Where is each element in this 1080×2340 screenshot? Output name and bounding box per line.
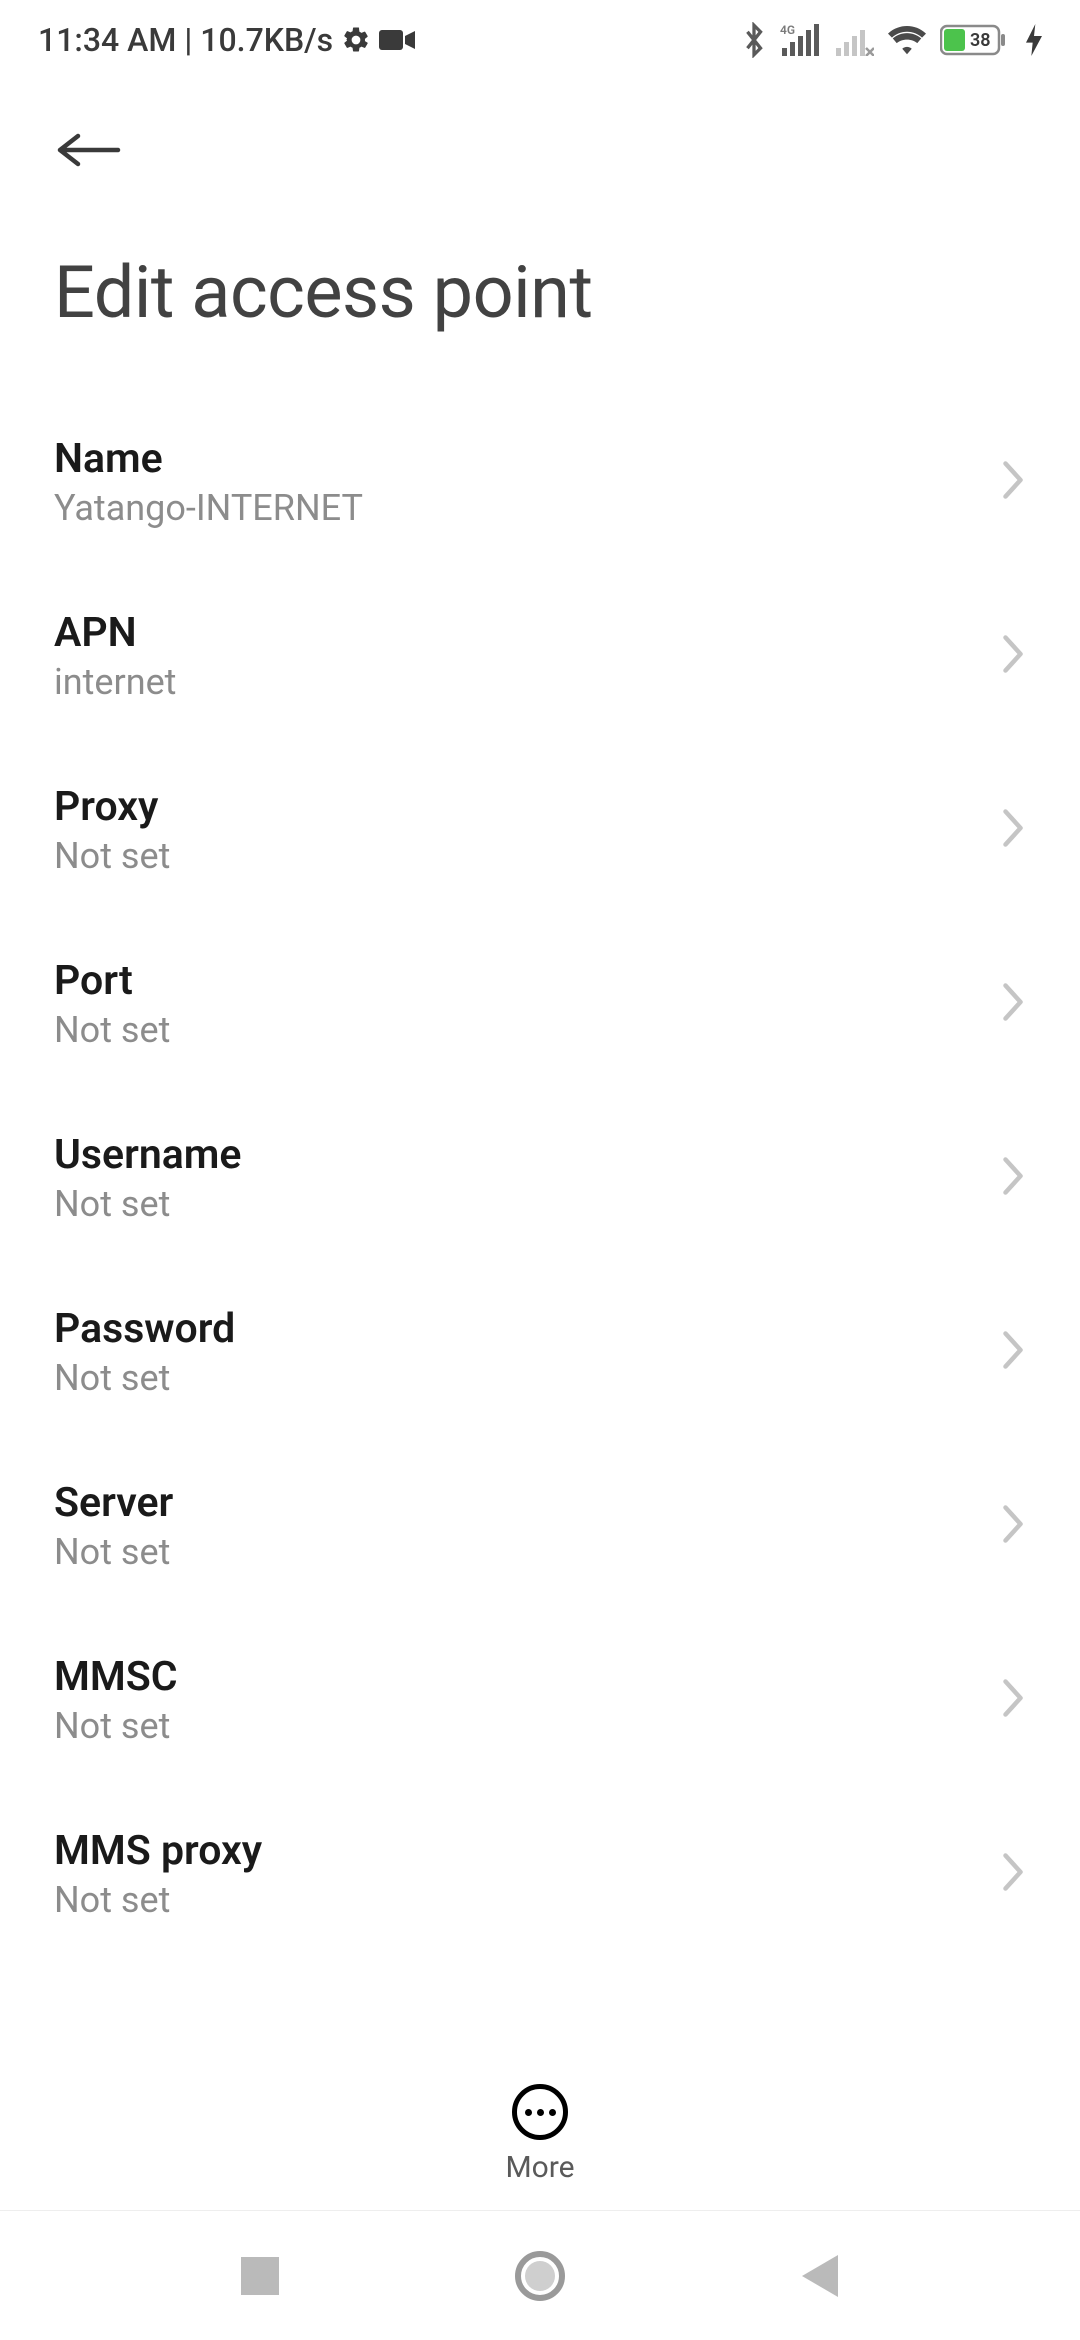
arrow-left-icon (54, 130, 124, 170)
circle-icon (515, 2251, 565, 2301)
nav-back-button[interactable] (780, 2236, 860, 2316)
status-right: 4G 38 (742, 22, 1042, 58)
list-item-value: internet (54, 661, 176, 703)
battery-icon: 38 (940, 23, 1012, 57)
chevron-right-icon (1000, 633, 1026, 679)
camera-icon (379, 28, 415, 52)
list-item-title: Username (54, 1131, 241, 1179)
list-item-value: Not set (54, 1879, 262, 1921)
list-item-proxy[interactable]: Proxy Not set (0, 743, 1080, 917)
list-item-username[interactable]: Username Not set (0, 1091, 1080, 1265)
chevron-right-icon (1000, 1677, 1026, 1723)
nav-recent-button[interactable] (220, 2236, 300, 2316)
status-left: 11:34 AM | 10.7KB/s (38, 21, 415, 59)
list-item-apn[interactable]: APN internet (0, 569, 1080, 743)
list-item-text: Password Not set (54, 1305, 235, 1399)
signal-no-sim-icon (834, 24, 874, 56)
signal-4g-icon: 4G (780, 24, 820, 56)
list-item-mms-proxy[interactable]: MMS proxy Not set (0, 1787, 1080, 1961)
navigation-bar (0, 2210, 1080, 2340)
list-item-title: MMS proxy (54, 1827, 262, 1875)
triangle-left-icon (802, 2255, 838, 2297)
list-item-value: Not set (54, 1531, 173, 1573)
wifi-icon (888, 25, 926, 55)
header (0, 80, 1080, 190)
chevron-right-icon (1000, 1503, 1026, 1549)
list-item-name[interactable]: Name Yatango-INTERNET (0, 395, 1080, 569)
chevron-right-icon (1000, 1851, 1026, 1897)
chevron-right-icon (1000, 1329, 1026, 1375)
more-label: More (505, 2150, 574, 2185)
list-item-title: MMSC (54, 1653, 178, 1701)
nav-home-button[interactable] (500, 2236, 580, 2316)
list-item-title: Name (54, 435, 363, 483)
chevron-right-icon (1000, 807, 1026, 853)
status-speed: 10.7KB/s (200, 21, 333, 59)
chevron-right-icon (1000, 1155, 1026, 1201)
list-item-value: Yatango-INTERNET (54, 487, 363, 529)
list-item-text: APN internet (54, 609, 176, 703)
list-item-text: MMS proxy Not set (54, 1827, 262, 1921)
list-item-text: Username Not set (54, 1131, 241, 1225)
page-title: Edit access point (54, 250, 1026, 335)
square-icon (241, 2257, 279, 2295)
list-item-text: Port Not set (54, 957, 170, 1051)
list-item-text: Proxy Not set (54, 783, 170, 877)
list-item-text: MMSC Not set (54, 1653, 178, 1747)
status-bar: 11:34 AM | 10.7KB/s 4G (0, 0, 1080, 80)
chevron-right-icon (1000, 981, 1026, 1027)
list-item-value: Not set (54, 835, 170, 877)
more-button[interactable]: More (0, 2054, 1080, 2185)
gear-icon (341, 25, 371, 55)
list-item-text: Server Not set (54, 1479, 173, 1573)
list-item-value: Not set (54, 1357, 235, 1399)
list-item-mmsc[interactable]: MMSC Not set (0, 1613, 1080, 1787)
charging-icon (1026, 24, 1042, 56)
svg-text:4G: 4G (780, 24, 795, 37)
status-time: 11:34 AM (38, 21, 176, 59)
list-item-value: Not set (54, 1009, 170, 1051)
list-item-title: Proxy (54, 783, 170, 831)
list-item-title: Port (54, 957, 170, 1005)
settings-list: Name Yatango-INTERNET APN internet Proxy… (0, 395, 1080, 1961)
list-item-server[interactable]: Server Not set (0, 1439, 1080, 1613)
list-item-password[interactable]: Password Not set (0, 1265, 1080, 1439)
status-separator: | (184, 21, 192, 59)
list-item-value: Not set (54, 1705, 178, 1747)
list-item-port[interactable]: Port Not set (0, 917, 1080, 1091)
list-item-title: Server (54, 1479, 173, 1527)
more-icon (512, 2084, 568, 2140)
bluetooth-icon (742, 22, 766, 58)
list-item-title: Password (54, 1305, 235, 1353)
svg-text:38: 38 (970, 30, 991, 51)
back-button[interactable] (54, 110, 134, 190)
list-item-title: APN (54, 609, 176, 657)
chevron-right-icon (1000, 459, 1026, 505)
list-item-text: Name Yatango-INTERNET (54, 435, 363, 529)
list-item-value: Not set (54, 1183, 241, 1225)
